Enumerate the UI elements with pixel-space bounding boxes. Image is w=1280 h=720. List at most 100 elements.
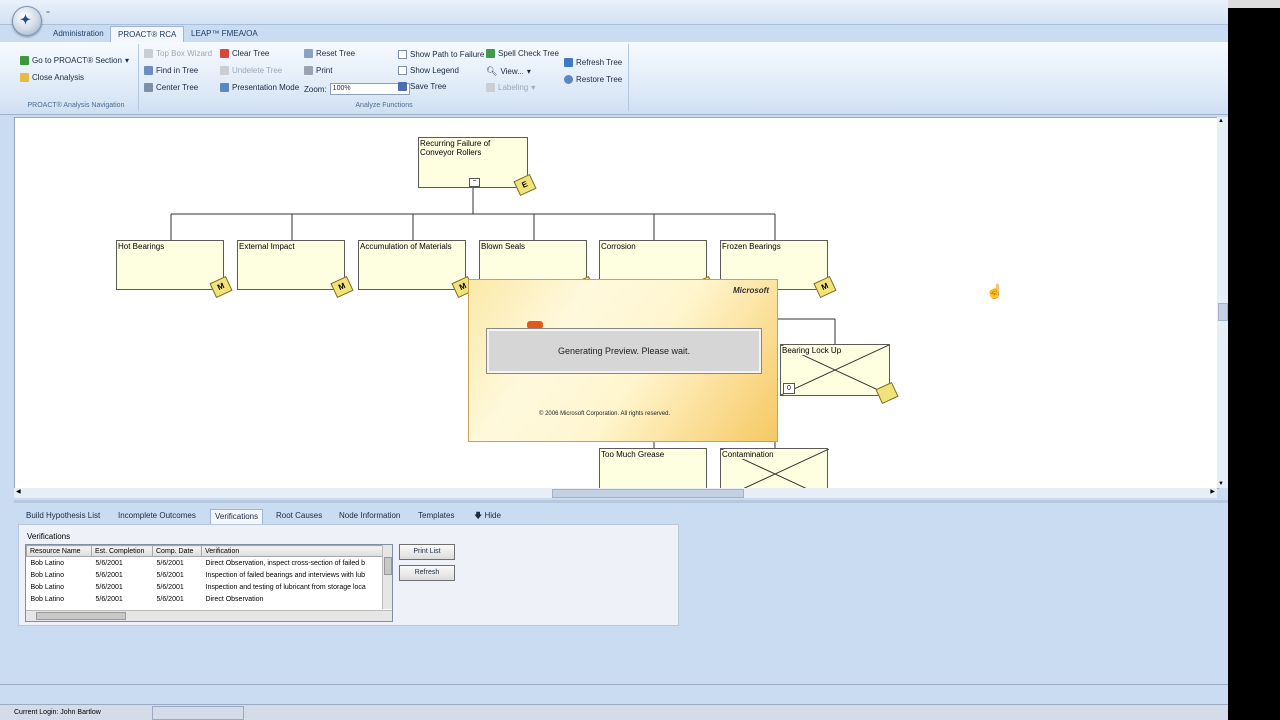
column-header[interactable]: Est. Completion bbox=[91, 545, 153, 557]
verifications-panel: Verifications Resource Name Est. Complet… bbox=[18, 524, 679, 626]
undelete-tree-button[interactable]: Undelete Tree bbox=[220, 66, 282, 75]
grid-header-row: Resource Name Est. Completion Comp. Date… bbox=[26, 545, 385, 557]
hide-panel-button[interactable]: 🡇 Hide bbox=[470, 509, 505, 523]
splitter[interactable] bbox=[14, 500, 1228, 503]
print-label: Print bbox=[316, 66, 333, 75]
table-cell: Bob Latino bbox=[30, 559, 64, 567]
tab-node-information[interactable]: Node Information bbox=[335, 509, 404, 523]
scroll-left-icon[interactable]: ◀ bbox=[16, 488, 21, 495]
tree-node[interactable]: Hot Bearings M bbox=[116, 240, 233, 299]
tree-node[interactable]: Too Much Grease bbox=[599, 448, 707, 488]
table-cell: Inspection and testing of lubricant from… bbox=[205, 583, 366, 591]
refresh-button[interactable]: Refresh bbox=[399, 565, 455, 581]
eraser-icon bbox=[220, 49, 229, 58]
tree-node-crossed[interactable]: Bearing Lock Up 0 bbox=[780, 344, 899, 405]
table-row[interactable]: Bob Latino 5/6/2001 5/6/2001 Inspection … bbox=[27, 581, 385, 593]
status-bar: Current Login: John Bartlow bbox=[0, 704, 1228, 720]
table-row[interactable]: Bob Latino 5/6/2001 5/6/2001 Direct Obse… bbox=[27, 557, 385, 570]
grid-vertical-scrollbar[interactable] bbox=[382, 545, 392, 609]
find-in-tree-button[interactable]: Find in Tree bbox=[144, 66, 198, 75]
table-cell: Direct Observation bbox=[205, 595, 264, 603]
ribbon-tabs: Administration PROACT® RCA LEAP™ FMEA/OA bbox=[0, 24, 1228, 43]
node-label: Corrosion bbox=[601, 242, 636, 251]
column-header[interactable]: Comp. Date bbox=[152, 545, 202, 557]
checkbox-icon bbox=[398, 50, 407, 59]
column-header[interactable]: Resource Name bbox=[26, 545, 92, 557]
canvas-vertical-scrollbar[interactable]: ▲ ▼ bbox=[1217, 117, 1228, 488]
collapse-toggle[interactable]: − bbox=[469, 178, 480, 187]
reset-tree-button[interactable]: Reset Tree bbox=[304, 49, 355, 58]
table-cell: 5/6/2001 bbox=[95, 583, 123, 591]
table-cell: Bob Latino bbox=[30, 595, 64, 603]
presentation-mode-button[interactable]: Presentation Mode bbox=[220, 83, 299, 92]
scrollbar-thumb[interactable] bbox=[384, 557, 392, 575]
tree-node[interactable]: External Impact M bbox=[237, 240, 354, 299]
restore-tree-button[interactable]: Restore Tree bbox=[564, 75, 622, 84]
tree-node-crossed[interactable]: Contamination bbox=[720, 448, 829, 488]
table-cell: 5/6/2001 bbox=[156, 583, 184, 591]
scroll-right-icon[interactable]: ▶ bbox=[1210, 488, 1215, 495]
view-label: View... bbox=[500, 67, 524, 76]
checkbox-icon bbox=[398, 66, 407, 75]
node-label: Hot Bearings bbox=[118, 242, 165, 251]
scrollbar-thumb[interactable] bbox=[36, 612, 126, 620]
restore-tree-label: Restore Tree bbox=[576, 75, 623, 84]
node-count: 0 bbox=[783, 383, 795, 394]
scroll-down-icon[interactable]: ▼ bbox=[1218, 481, 1224, 487]
verifications-grid[interactable]: Resource Name Est. Completion Comp. Date… bbox=[25, 544, 393, 622]
bottom-panel-tabs: Build Hypothesis List Incomplete Outcome… bbox=[14, 506, 1228, 524]
table-row[interactable]: Bob Latino 5/6/2001 5/6/2001 Direct Obse… bbox=[27, 593, 385, 605]
scroll-up-icon[interactable]: ▲ bbox=[1218, 118, 1224, 124]
tab-root-causes[interactable]: Root Causes bbox=[272, 509, 326, 523]
scrollbar-thumb[interactable] bbox=[1218, 303, 1228, 321]
goto-section-button[interactable]: Go to PROACT® Section ▾ bbox=[20, 56, 129, 65]
reset-icon bbox=[304, 49, 313, 58]
table-row[interactable]: Bob Latino 5/6/2001 5/6/2001 Inspection … bbox=[27, 569, 385, 581]
bottom-toolbar-strip bbox=[0, 684, 1228, 705]
show-legend-checkbox[interactable]: Show Legend bbox=[398, 66, 459, 75]
table-cell: Inspection of failed bearings and interv… bbox=[205, 571, 366, 579]
window-frame bbox=[1228, 0, 1280, 8]
refresh-tree-button[interactable]: Refresh Tree bbox=[564, 58, 622, 67]
canvas-horizontal-scrollbar[interactable]: ◀ ▶ bbox=[14, 488, 1217, 498]
microsoft-logo: Microsoft bbox=[733, 286, 769, 295]
go-arrow-icon bbox=[20, 56, 29, 65]
column-header[interactable]: Verification bbox=[201, 545, 385, 557]
labeling-dropdown-button[interactable]: Labeling ▾ bbox=[486, 83, 535, 92]
tab-build-hypothesis-list[interactable]: Build Hypothesis List bbox=[22, 509, 104, 523]
save-tree-button[interactable]: Save Tree bbox=[398, 82, 446, 91]
node-label: Blown Seals bbox=[481, 242, 526, 251]
clear-tree-button[interactable]: Clear Tree bbox=[220, 49, 269, 58]
verifications-title: Verifications bbox=[27, 532, 71, 541]
spell-check-icon bbox=[486, 49, 495, 58]
tree-node[interactable]: Accumulation of Materials M bbox=[358, 240, 475, 299]
spell-check-tree-button[interactable]: Spell Check Tree bbox=[486, 49, 559, 58]
show-path-label: Show Path to Failure bbox=[410, 50, 485, 59]
center-tree-button[interactable]: Center Tree bbox=[144, 83, 198, 92]
close-analysis-button[interactable]: Close Analysis bbox=[20, 73, 84, 82]
tab-administration[interactable]: Administration bbox=[46, 26, 111, 42]
show-path-to-failure-checkbox[interactable]: Show Path to Failure bbox=[398, 50, 484, 59]
table-cell: 5/6/2001 bbox=[156, 595, 184, 603]
undo-icon bbox=[220, 66, 229, 75]
top-box-wizard-button[interactable]: Top Box Wizard bbox=[144, 49, 212, 58]
tab-proact-rca[interactable]: PROACT® RCA bbox=[110, 26, 185, 43]
tab-templates[interactable]: Templates bbox=[414, 509, 458, 523]
grid-horizontal-scrollbar[interactable] bbox=[26, 610, 392, 621]
undelete-tree-label: Undelete Tree bbox=[232, 66, 283, 75]
print-list-button[interactable]: Print List bbox=[399, 544, 455, 560]
node-label: Frozen Bearings bbox=[722, 242, 781, 251]
print-button[interactable]: Print bbox=[304, 66, 332, 75]
table-cell: Direct Observation, inspect cross-sectio… bbox=[205, 559, 366, 567]
tree-node-root[interactable]: Recurring Failure of Conveyor Rollers − … bbox=[418, 137, 537, 197]
center-tree-label: Center Tree bbox=[156, 83, 199, 92]
application-orb-button[interactable]: ✦ bbox=[12, 6, 42, 36]
tab-verifications[interactable]: Verifications bbox=[210, 509, 264, 524]
tab-leap-fmea[interactable]: LEAP™ FMEA/OA bbox=[184, 26, 265, 42]
tab-incomplete-outcomes[interactable]: Incomplete Outcomes bbox=[114, 509, 200, 523]
scrollbar-thumb[interactable] bbox=[552, 489, 744, 498]
table-cell: Bob Latino bbox=[30, 571, 64, 579]
quick-access-toolbar-arrow[interactable]: ⁼ bbox=[46, 9, 50, 18]
spell-check-label: Spell Check Tree bbox=[498, 49, 559, 58]
view-dropdown-button[interactable]: 🔍︎ View... ▾ bbox=[486, 66, 531, 77]
